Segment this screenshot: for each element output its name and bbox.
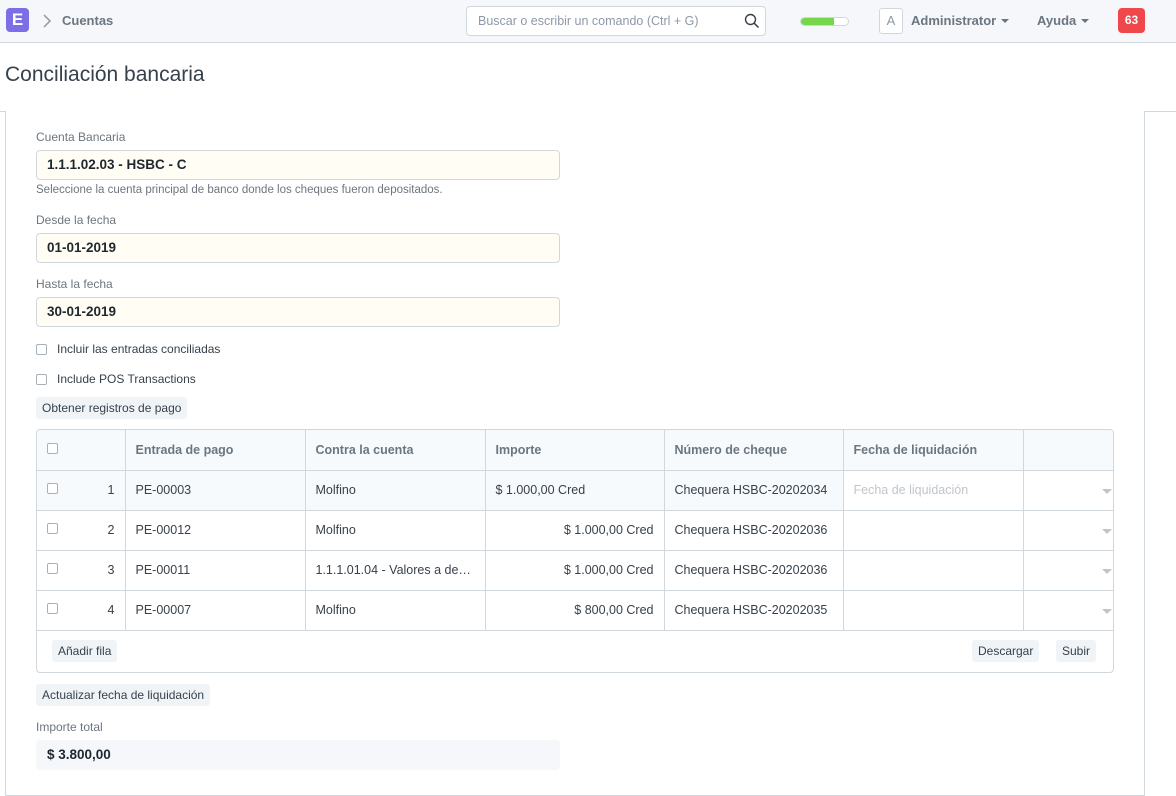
grid-select-all-cell	[37, 430, 126, 471]
payment-entry-cell[interactable]: PE-00011	[125, 550, 306, 591]
row-index: 2	[107, 523, 115, 537]
setup-progress-fill	[801, 18, 834, 25]
help-menu-label: Ayuda	[1037, 13, 1077, 28]
row-checkbox[interactable]	[47, 563, 58, 574]
table-row[interactable]: 1 PE-00003 Molfino $ 1.000,00 Cred Chequ…	[37, 470, 1113, 511]
grid-header-row: Entrada de pago Contra la cuenta Importe…	[37, 430, 1113, 471]
payment-entries-table: Entrada de pago Contra la cuenta Importe…	[37, 430, 1113, 631]
chevron-down-icon	[1001, 18, 1010, 23]
row-actions-cell[interactable]	[1023, 590, 1113, 631]
payment-entry-cell[interactable]: PE-00007	[125, 590, 306, 631]
row-checkbox[interactable]	[47, 523, 58, 534]
avatar[interactable]: A	[879, 8, 903, 34]
column-header[interactable]: Importe	[485, 430, 665, 471]
row-actions-cell[interactable]	[1023, 550, 1113, 591]
table-row[interactable]: 3 PE-00011 1.1.1.01.04 - Valores a depos…	[37, 550, 1113, 591]
cheque-number-cell[interactable]: Chequera HSBC-20202036	[664, 550, 844, 591]
include-reconciled-row[interactable]: Incluir las entradas conciliadas	[36, 342, 220, 356]
include-pos-row[interactable]: Include POS Transactions	[36, 372, 196, 386]
against-account-cell[interactable]: Molfino	[305, 590, 486, 631]
amount-cell[interactable]: $ 1.000,00 Cred	[485, 550, 665, 591]
total-amount-field: $ 3.800,00	[36, 740, 560, 770]
amount-cell[interactable]: $ 800,00 Cred	[485, 590, 665, 631]
row-checkbox[interactable]	[47, 483, 58, 494]
to-date-label: Hasta la fecha	[36, 277, 113, 291]
chevron-down-icon	[1081, 18, 1090, 23]
payment-entry-cell[interactable]: PE-00003	[125, 470, 306, 511]
chevron-down-icon[interactable]	[1101, 609, 1112, 614]
breadcrumb-chevron-icon	[43, 14, 52, 28]
payment-entry-cell[interactable]: PE-00012	[125, 510, 306, 551]
page-title: Conciliación bancaria	[5, 63, 205, 86]
against-account-cell[interactable]: Molfino	[305, 470, 486, 511]
bank-account-field[interactable]: 1.1.1.02.03 - HSBC - C	[36, 150, 560, 180]
update-clearance-date-button[interactable]: Actualizar fecha de liquidación	[36, 684, 211, 706]
search-icon[interactable]	[744, 13, 760, 29]
column-header-actions	[1023, 430, 1113, 471]
select-all-checkbox[interactable]	[47, 442, 58, 454]
breadcrumb-cuentas[interactable]: Cuentas	[62, 13, 113, 28]
cheque-number-cell[interactable]: Chequera HSBC-20202035	[664, 590, 844, 631]
table-row[interactable]: 4 PE-00007 Molfino $ 800,00 Cred Chequer…	[37, 590, 1113, 631]
against-account-cell[interactable]: Molfino	[305, 510, 486, 551]
total-amount-label: Importe total	[36, 720, 103, 734]
clearance-date-cell[interactable]	[843, 510, 1024, 551]
row-actions-cell[interactable]	[1023, 470, 1113, 511]
user-menu[interactable]: Administrator	[911, 13, 1010, 28]
row-actions-cell[interactable]	[1023, 510, 1113, 551]
setup-progress-bar	[800, 17, 849, 26]
against-account-cell[interactable]: 1.1.1.01.04 - Valores a depositar - C	[305, 550, 486, 591]
include-pos-label: Include POS Transactions	[57, 372, 196, 386]
row-select-cell: 2	[37, 510, 126, 551]
help-menu[interactable]: Ayuda	[1037, 13, 1090, 28]
cheque-number-cell[interactable]: Chequera HSBC-20202034	[664, 470, 844, 511]
chevron-down-icon[interactable]	[1101, 489, 1112, 494]
bank-account-label: Cuenta Bancaria	[36, 130, 126, 144]
amount-cell[interactable]: $ 1.000,00 Cred	[485, 510, 665, 551]
clearance-date-cell[interactable]: Fecha de liquidación	[843, 470, 1024, 511]
clearance-date-placeholder: Fecha de liquidación	[853, 483, 969, 497]
bank-account-help: Seleccione la cuenta principal de banco …	[36, 184, 443, 196]
chevron-down-icon[interactable]	[1101, 529, 1112, 534]
add-row-button[interactable]: Añadir fila	[52, 640, 118, 662]
from-date-field[interactable]: 01-01-2019	[36, 233, 560, 263]
include-reconciled-label: Incluir las entradas conciliadas	[57, 342, 221, 356]
row-checkbox[interactable]	[47, 603, 58, 614]
search-box	[466, 6, 766, 36]
clearance-date-cell[interactable]	[843, 590, 1024, 631]
row-select-cell: 3	[37, 550, 126, 591]
get-payment-entries-button[interactable]: Obtener registros de pago	[36, 397, 188, 419]
column-header[interactable]: Entrada de pago	[125, 430, 306, 471]
cheque-number-cell[interactable]: Chequera HSBC-20202036	[664, 510, 844, 551]
app-logo[interactable]: E	[6, 8, 29, 32]
from-date-label: Desde la fecha	[36, 213, 117, 227]
download-button[interactable]: Descargar	[972, 640, 1040, 662]
navbar: E Cuentas A Administrator Ayuda 63	[0, 0, 1176, 43]
row-select-cell: 4	[37, 590, 126, 631]
include-pos-checkbox[interactable]	[36, 373, 47, 385]
clearance-date-cell[interactable]	[843, 550, 1024, 591]
table-row[interactable]: 2 PE-00012 Molfino $ 1.000,00 Cred Chequ…	[37, 510, 1113, 551]
row-index: 4	[107, 603, 115, 617]
user-menu-label: Administrator	[911, 13, 997, 28]
column-header[interactable]: Número de cheque	[664, 430, 844, 471]
to-date-field[interactable]: 30-01-2019	[36, 297, 560, 327]
column-header[interactable]: Fecha de liquidación	[843, 430, 1024, 471]
amount-cell[interactable]: $ 1.000,00 Cred	[485, 470, 665, 511]
search-input[interactable]	[468, 8, 738, 34]
chevron-down-icon[interactable]	[1101, 569, 1112, 574]
row-index: 1	[107, 483, 115, 497]
include-reconciled-checkbox[interactable]	[36, 343, 47, 355]
row-index: 3	[107, 563, 115, 577]
payment-entries-grid: Entrada de pago Contra la cuenta Importe…	[36, 429, 1114, 673]
row-select-cell: 1	[37, 470, 126, 511]
column-header[interactable]: Contra la cuenta	[305, 430, 486, 471]
upload-button[interactable]: Subir	[1056, 640, 1097, 662]
notification-badge[interactable]: 63	[1118, 8, 1145, 33]
